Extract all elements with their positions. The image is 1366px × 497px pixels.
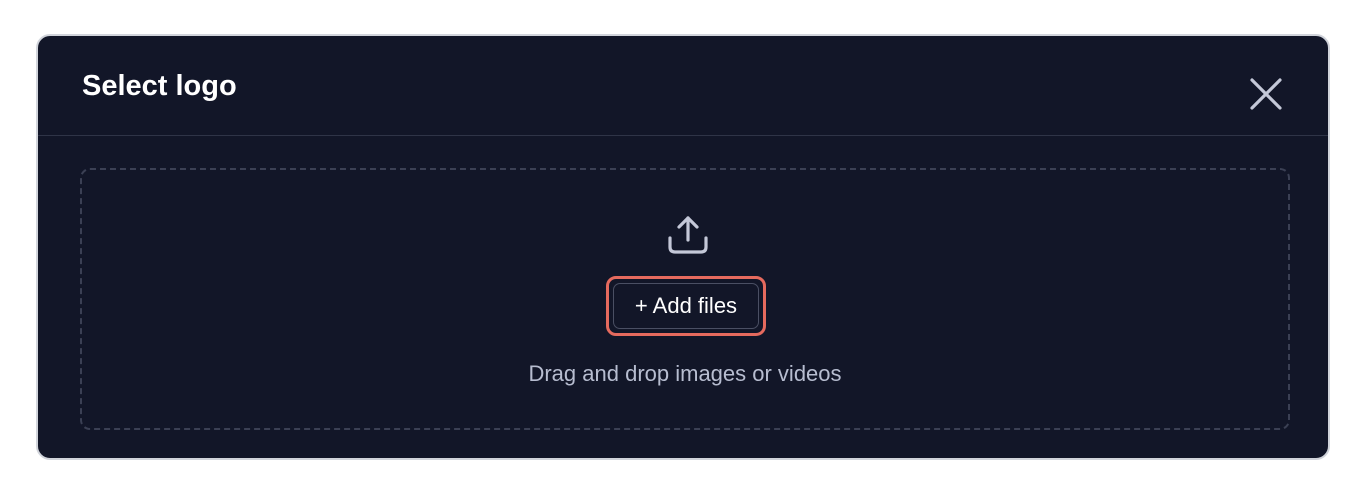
file-dropzone[interactable]: + Add files Drag and drop images or vide… (80, 168, 1290, 430)
add-files-button[interactable]: + Add files (613, 283, 759, 329)
dialog-title: Select logo (82, 70, 237, 102)
close-button[interactable] (1244, 72, 1288, 116)
add-files-focus-ring: + Add files (606, 276, 766, 336)
close-icon (1250, 78, 1282, 110)
select-logo-dialog: Select logo + Add files Drag and drop im… (36, 34, 1330, 460)
drop-hint-text: Drag and drop images or videos (528, 361, 842, 386)
upload-icon (664, 210, 712, 258)
dialog-header: Select logo (38, 36, 1328, 136)
